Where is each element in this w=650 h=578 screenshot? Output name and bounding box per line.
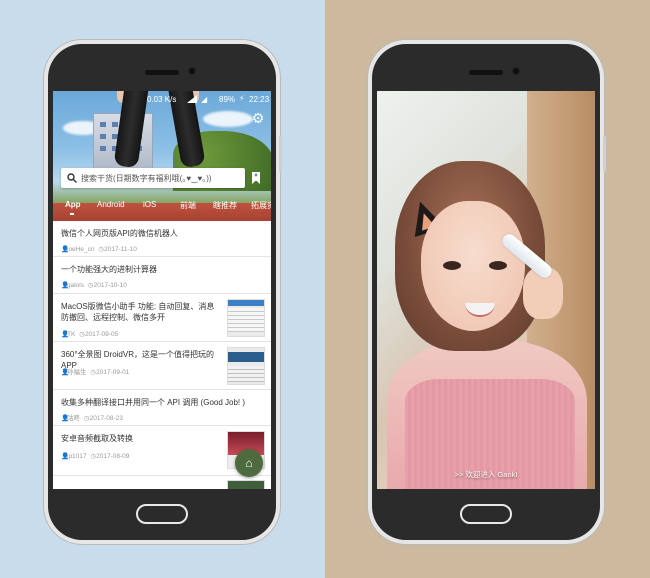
item-meta: 👤joeHe_cn ◷2017-11-10 [61, 245, 137, 253]
battery-level: 89% [219, 95, 236, 104]
eye [443, 261, 461, 270]
item-thumbnail [227, 299, 265, 337]
right-phone: >> 欢迎进入 GankI [372, 44, 606, 540]
tab-app[interactable]: App [65, 200, 81, 209]
signal-icon [187, 95, 197, 103]
list-item[interactable]: 收集多种翻译接口并用同一个 API 调用 (Good Job! ) 👤咕咚 ◷2… [53, 390, 271, 426]
item-meta: 👤孙福生 ◷2017-09-01 [61, 366, 129, 376]
bookmark-icon[interactable] [251, 172, 261, 184]
tab-extended[interactable]: 拓展资 [251, 200, 271, 211]
home-button[interactable] [460, 504, 512, 524]
item-meta: 👤galois ◷2017-10-10 [61, 281, 127, 289]
active-tab-indicator [70, 213, 74, 215]
category-tabs: App Android iOS 前端 瞎推荐 拓展资 [53, 195, 271, 217]
splash-screen: >> 欢迎进入 GankI [377, 91, 595, 489]
tab-ios[interactable]: iOS [143, 200, 156, 209]
item-title: 微信个人网页版API的微信机器人 [61, 229, 178, 238]
item-title: 安卓音频截取及转换 [61, 434, 133, 443]
left-phone: 0.03 K/s ◢ 89% ⚡ 22:23 ⚙ 搜索干货(日期数字有福利哦(｡… [48, 44, 282, 540]
side-button[interactable] [603, 136, 606, 172]
side-button[interactable] [279, 136, 282, 172]
item-author: 孙福生 [67, 369, 87, 376]
item-author: TK [67, 331, 76, 338]
item-meta: 👤jp1017 ◷2017-08-09 [61, 452, 129, 460]
item-date: 2017-10-10 [93, 282, 127, 289]
item-date: 2017-08-23 [89, 415, 123, 422]
article-list: 微信个人网页版API的微信机器人 👤joeHe_cn ◷2017-11-10 一… [53, 221, 271, 489]
item-title: MacOS版微信小助手 功能: 自动回复、消息防撤回、远程控制、微信多开 [61, 302, 215, 322]
tab-android[interactable]: Android [97, 200, 125, 209]
list-item[interactable] [53, 476, 271, 489]
cloud [203, 111, 253, 127]
list-item[interactable]: 360°全景图 DroidVR，这是一个值得把玩的APP 👤孙福生 ◷2017-… [53, 342, 271, 390]
home-fab-icon[interactable]: ⌂ [235, 449, 263, 477]
front-camera [512, 67, 520, 75]
item-author: joeHe_cn [67, 246, 95, 253]
home-button[interactable] [136, 504, 188, 524]
eye [489, 261, 507, 270]
splash-photo [377, 91, 595, 489]
item-title: 收集多种翻译接口并用同一个 API 调用 (Good Job! ) [61, 398, 246, 407]
charging-icon: ⚡ [239, 94, 245, 103]
item-meta: 👤咕咚 ◷2017-08-23 [61, 412, 123, 422]
earpiece-speaker [469, 70, 503, 75]
search-icon [67, 173, 77, 183]
item-author: jp1017 [67, 453, 87, 460]
status-bar: 0.03 K/s ◢ 89% ⚡ 22:23 [53, 91, 271, 107]
item-author: galois [67, 282, 84, 289]
search-placeholder: 搜索干货(日期数字有福利哦(｡♥‿♥｡)) [81, 174, 212, 183]
item-thumbnail [227, 347, 265, 385]
settings-gear-icon[interactable]: ⚙ [251, 111, 265, 125]
item-date: 2017-08-09 [96, 453, 130, 460]
welcome-text[interactable]: >> 欢迎进入 GankI [377, 469, 595, 480]
header-banner-image: 0.03 K/s ◢ 89% ⚡ 22:23 ⚙ 搜索干货(日期数字有福利哦(｡… [53, 91, 271, 221]
app-screen: 0.03 K/s ◢ 89% ⚡ 22:23 ⚙ 搜索干货(日期数字有福利哦(｡… [53, 91, 271, 489]
front-camera [188, 67, 196, 75]
item-author: 咕咚 [67, 415, 80, 422]
item-meta: 👤TK ◷2017-09-05 [61, 330, 118, 338]
earpiece-speaker [145, 70, 179, 75]
list-item[interactable]: MacOS版微信小助手 功能: 自动回复、消息防撤回、远程控制、微信多开 👤TK… [53, 294, 271, 342]
item-title: 一个功能强大的进制计算器 [61, 265, 157, 274]
clock: 22:23 [249, 95, 270, 104]
item-date: 2017-09-05 [84, 331, 119, 338]
item-date: 2017-11-10 [104, 246, 137, 253]
list-item[interactable]: 微信个人网页版API的微信机器人 👤joeHe_cn ◷2017-11-10 [53, 221, 271, 257]
tab-frontend[interactable]: 前端 [180, 200, 196, 211]
net-speed: 0.03 K/s [147, 95, 177, 104]
tab-recommend[interactable]: 瞎推荐 [213, 200, 237, 211]
list-item[interactable]: 一个功能强大的进制计算器 👤galois ◷2017-10-10 [53, 257, 271, 294]
item-thumbnail [227, 480, 265, 489]
item-date: 2017-09-01 [96, 369, 130, 376]
wifi-icon: ◢ [201, 95, 208, 104]
search-input[interactable]: 搜索干货(日期数字有福利哦(｡♥‿♥｡)) [61, 168, 245, 188]
